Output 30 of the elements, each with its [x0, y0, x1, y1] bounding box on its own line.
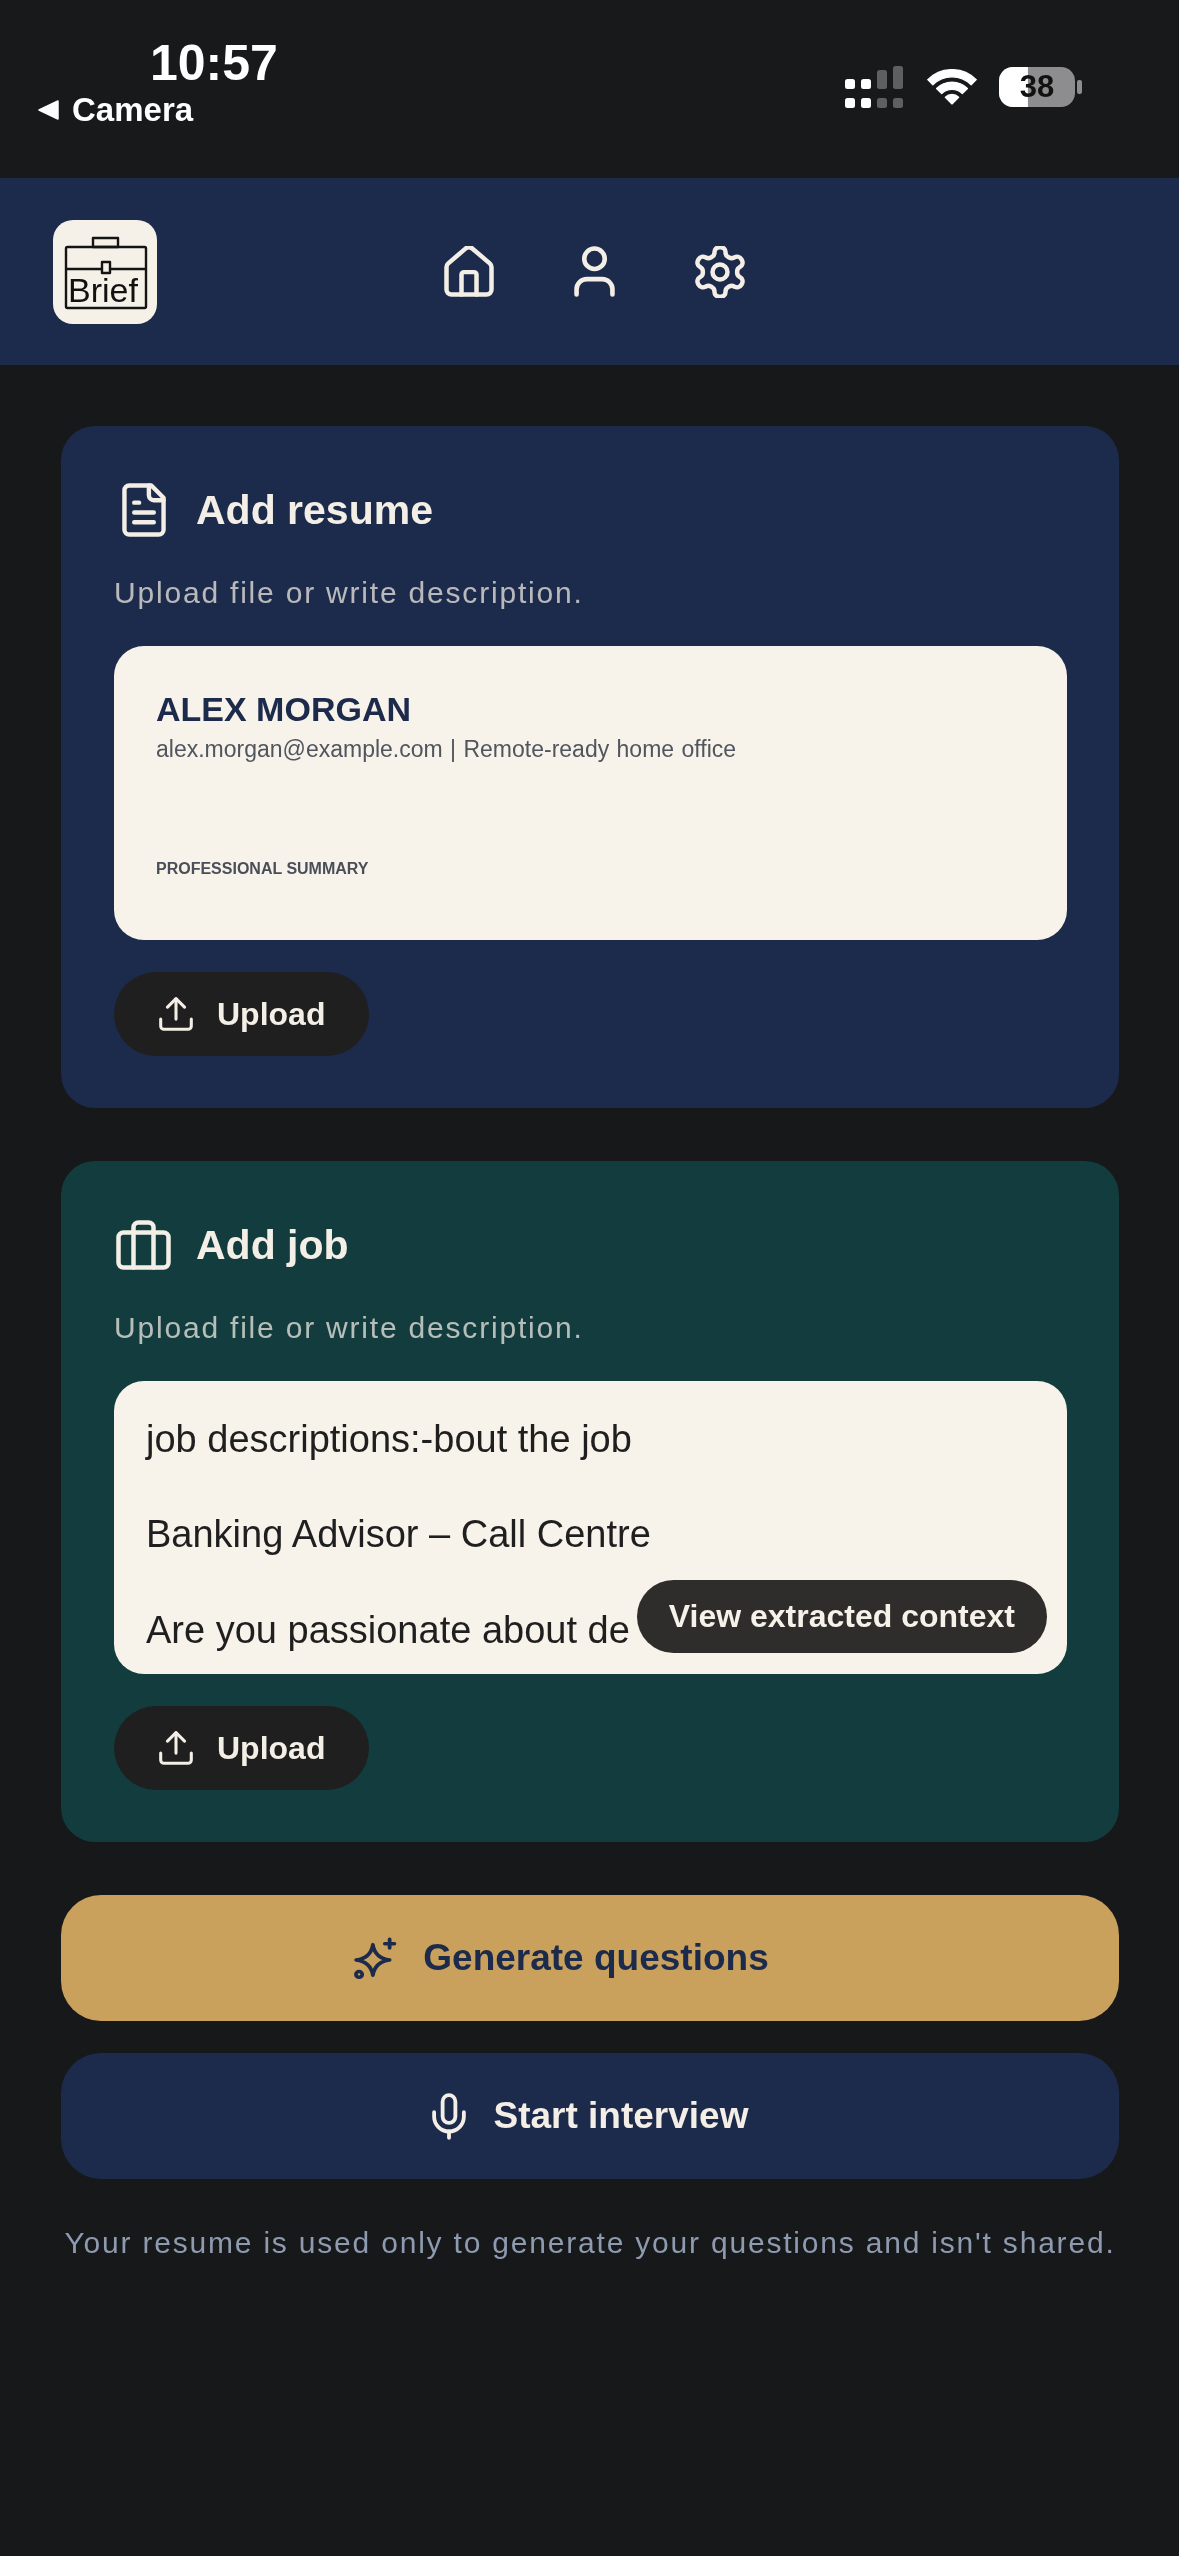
upload-button[interactable]: Upload: [114, 1706, 370, 1790]
microphone-icon: [431, 2092, 466, 2140]
upload-icon: [159, 997, 193, 1031]
privacy-note: Your resume is used only to generate your questions and isn't shared.: [63, 2225, 1117, 2261]
generate-questions-button[interactable]: Generate questions: [61, 1895, 1119, 2021]
card-subtitle: Upload file or write description.: [114, 1310, 584, 1346]
upload-icon: [159, 1731, 193, 1765]
home-icon[interactable]: [444, 246, 494, 297]
back-icon: [38, 100, 59, 120]
upload-button[interactable]: Upload: [114, 972, 370, 1056]
briefcase-icon: [64, 235, 148, 310]
back-link[interactable]: Camera: [38, 90, 194, 130]
cellular-signal-icon: [845, 66, 903, 108]
start-interview-button[interactable]: Start interview: [61, 2053, 1119, 2179]
person-icon[interactable]: [574, 246, 615, 297]
view-context-button[interactable]: View extracted context: [636, 1580, 1047, 1653]
resume-name: ALEX MORGAN: [156, 689, 411, 729]
document-icon: [121, 483, 166, 537]
resume-section-heading: PROFESSIONAL SUMMARY: [156, 859, 369, 879]
card-title: Add job: [196, 1221, 349, 1270]
settings-icon[interactable]: [695, 245, 745, 298]
sparkle-icon: [353, 1936, 399, 1980]
status-time: 10:57: [150, 38, 278, 88]
wifi-icon: [927, 69, 977, 105]
card-subtitle: Upload file or write description.: [114, 575, 584, 611]
card-title: Add resume: [196, 486, 433, 535]
resume-contact-line: alex.morgan@example.com | Remote-ready home office: [156, 735, 737, 763]
logo-text: Brief: [68, 272, 138, 307]
app-logo[interactable]: Brief: [53, 219, 157, 324]
briefcase-icon: [116, 1220, 171, 1270]
